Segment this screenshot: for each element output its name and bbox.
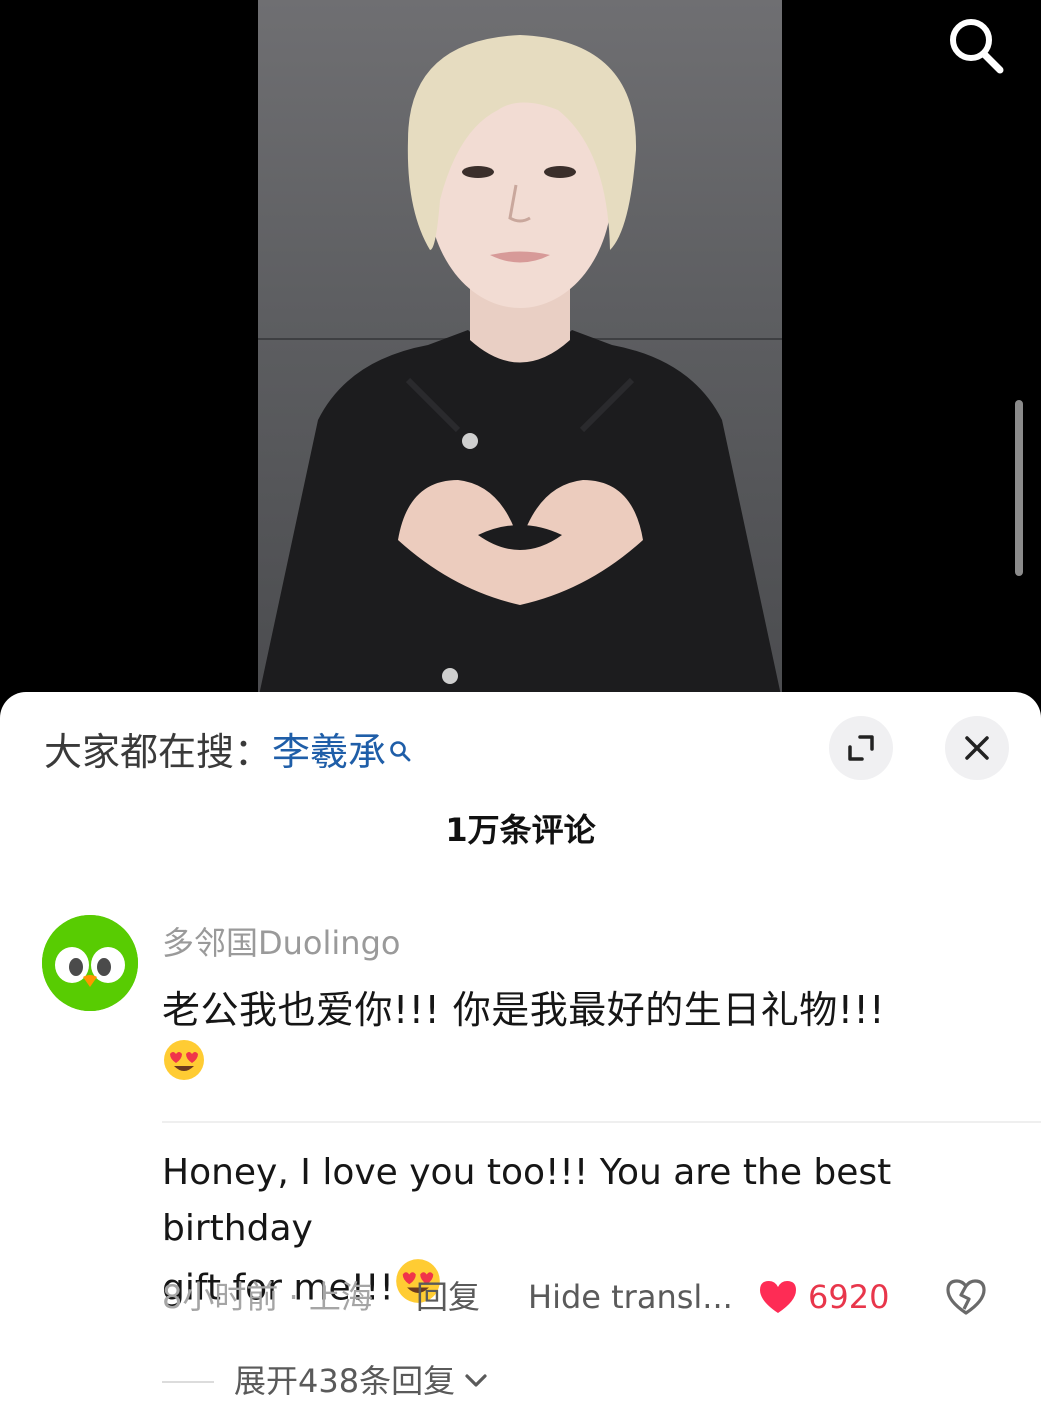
expand-replies-button[interactable]: 展开438条回复 (234, 1357, 491, 1405)
close-icon (965, 736, 989, 760)
comment-count: 1万条评论 (445, 811, 596, 849)
duolingo-owl-avatar (42, 915, 138, 1011)
heart-eyes-emoji-icon (162, 1038, 206, 1096)
dislike-button[interactable] (944, 1277, 988, 1317)
keyword-search-icon[interactable] (388, 726, 412, 774)
username[interactable]: 多邻国Duolingo (162, 923, 400, 963)
scrollbar[interactable] (1015, 400, 1023, 576)
like-count: 6920 (808, 1278, 890, 1316)
comment-text: 老公我也爱你!!! 你是我最好的生日礼物!!! (162, 983, 1002, 1096)
video-figure (258, 35, 782, 700)
comment-meta-row: 8小时前 · 上海 回复 Hide transl... 6920 (162, 1272, 1022, 1322)
expand-button[interactable] (829, 716, 893, 780)
video-frame[interactable] (258, 0, 782, 700)
chevron-down-icon (465, 1374, 487, 1387)
divider (162, 1121, 1041, 1123)
trending-search: 大家都在搜：李羲承 (44, 728, 412, 776)
like-button[interactable]: 6920 (758, 1272, 889, 1322)
expand-replies-row: 展开438条回复 (162, 1357, 762, 1405)
close-button[interactable] (945, 716, 1009, 780)
heart-icon (760, 1281, 796, 1313)
reply-button[interactable]: 回复 (416, 1272, 480, 1322)
expand-replies-label: 展开438条回复 (234, 1362, 456, 1400)
search-button[interactable] (940, 10, 1010, 80)
replies-line (162, 1381, 214, 1383)
search-icon (950, 19, 1004, 74)
broken-heart-icon (946, 1279, 986, 1315)
expand-icon (848, 735, 874, 761)
trending-prefix: 大家都在搜： (44, 730, 273, 774)
trending-keyword[interactable]: 李羲承 (272, 730, 386, 774)
comment-sheet: 大家都在搜：李羲承 1万条评论 多邻国Duolingo 老公我也爱你!!! 你是… (0, 692, 1041, 1407)
video-player[interactable] (0, 0, 1041, 700)
comment-body: 老公我也爱你!!! 你是我最好的生日礼物!!! (162, 988, 885, 1032)
hide-translation-button[interactable]: Hide transl... (528, 1272, 733, 1322)
avatar[interactable] (42, 915, 138, 1011)
translation-line-1: Honey, I love you too!!! You are the bes… (162, 1152, 892, 1249)
comment-time-location: 8小时前 · 上海 (162, 1278, 373, 1316)
